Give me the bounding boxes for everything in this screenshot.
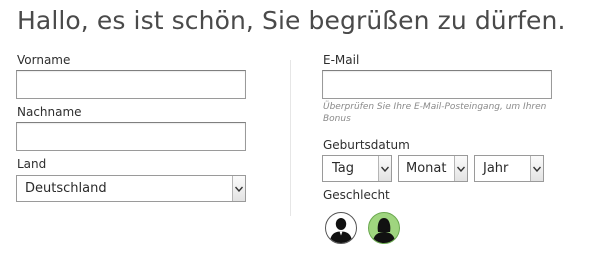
chevron-down-icon[interactable] <box>530 156 543 181</box>
land-select[interactable]: Deutschland <box>16 175 246 202</box>
chevron-down-icon[interactable] <box>232 176 245 201</box>
chevron-down-icon[interactable] <box>378 156 391 181</box>
geschlecht-label: Geschlecht <box>323 188 390 202</box>
month-select-value: Monat <box>406 161 447 176</box>
female-avatar-icon <box>373 218 395 243</box>
male-avatar-icon <box>330 218 352 243</box>
day-select-value: Tag <box>332 161 355 176</box>
chevron-down-icon[interactable] <box>454 156 467 181</box>
gender-female-button[interactable] <box>368 212 400 244</box>
vorname-field[interactable] <box>16 70 246 99</box>
email-hint: Überprüfen Sie Ihre E-Mail-Posteingang, … <box>323 102 547 124</box>
year-select-value: Jahr <box>483 161 509 176</box>
email-field[interactable] <box>322 70 552 99</box>
land-select-value: Deutschland <box>25 181 107 196</box>
email-label: E-Mail <box>323 53 360 67</box>
page-title: Hallo, es ist schön, Sie begrüßen zu dür… <box>17 6 566 35</box>
vorname-label: Vorname <box>17 53 71 67</box>
column-divider <box>290 60 291 216</box>
nachname-label: Nachname <box>17 105 82 119</box>
gender-male-button[interactable] <box>325 212 357 244</box>
nachname-field[interactable] <box>16 122 246 151</box>
geburtsdatum-label: Geburtsdatum <box>323 138 410 152</box>
year-select[interactable]: Jahr <box>474 155 544 182</box>
land-label: Land <box>17 157 47 171</box>
day-select[interactable]: Tag <box>322 155 392 182</box>
month-select[interactable]: Monat <box>398 155 468 182</box>
